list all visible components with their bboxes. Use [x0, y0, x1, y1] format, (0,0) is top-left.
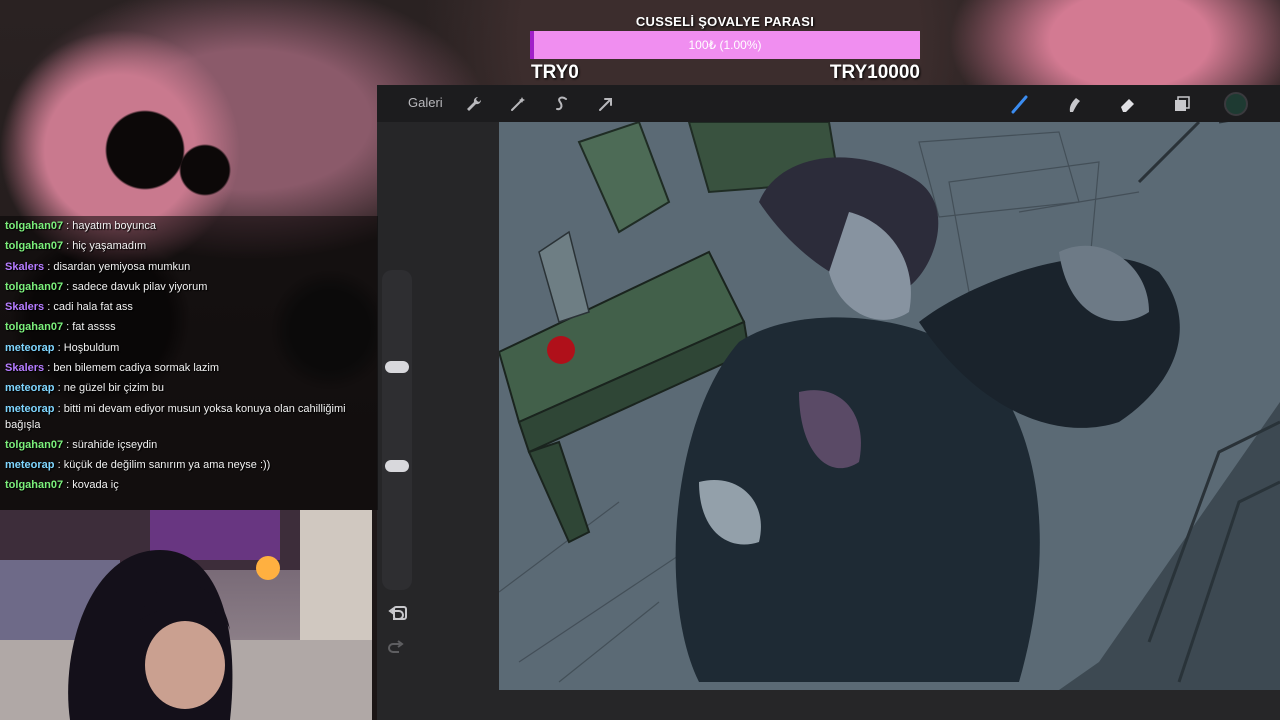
wrench-icon[interactable] — [464, 94, 484, 114]
magic-wand-icon[interactable] — [508, 94, 528, 114]
undo-icon[interactable] — [387, 605, 405, 623]
chat-panel: tolgahan07 : hayatım boyunca tolgahan07 :… — [0, 216, 378, 510]
chat-username[interactable]: meteorap — [5, 403, 55, 415]
chat-separator: : — [54, 382, 64, 395]
top-toolbar: Galeri — [377, 85, 1280, 122]
opacity-handle[interactable] — [385, 460, 409, 472]
gallery-button[interactable]: Galeri — [408, 95, 443, 110]
chat-separator: : — [63, 220, 73, 232]
chat-username[interactable]: meteorap — [5, 342, 55, 354]
webcam-image — [0, 510, 372, 720]
chat-message: tolgahan07 : fat assss — [0, 317, 365, 337]
chat-username[interactable]: tolgahan07 — [5, 439, 63, 451]
chat-username[interactable]: tolgahan07 — [5, 240, 63, 252]
chat-message: tolgahan07 : hiç yaşamadım — [0, 236, 365, 256]
color-swatch-icon[interactable] — [1223, 91, 1249, 117]
chat-text: cadi hala fat ass — [53, 301, 133, 314]
chat-separator: : — [44, 260, 54, 273]
chat-text: hiç yaşamadım — [72, 240, 147, 253]
webcam-feed — [0, 510, 372, 720]
donation-progress-bar: 100₺ (1.00%) — [530, 31, 920, 59]
transform-arrow-icon[interactable] — [596, 94, 616, 114]
chat-message: tolgahan07 : kovada iç — [0, 475, 365, 495]
chat-message: Skalers : disardan yemiyosa mumkun — [0, 257, 365, 277]
donation-goal-max: TRY10000 — [829, 62, 920, 83]
chat-message: meteorap : küçük de değilim sanırım ya a… — [0, 455, 365, 475]
chat-message: Skalers : cadi hala fat ass — [0, 297, 365, 317]
chat-username[interactable]: tolgahan07 — [5, 479, 63, 491]
chat-message: meteorap : Hoşbuldum — [0, 338, 365, 358]
chat-separator: : — [54, 458, 64, 471]
donation-goal-title: CUSSELİ ŞOVALYE PARASI — [635, 14, 815, 29]
chat-message: tolgahan07 : sadece davuk pilav yiyorum — [0, 277, 365, 297]
donation-progress-label: 100₺ (1.00%) — [688, 38, 762, 52]
chat-username[interactable]: Skalers — [5, 362, 44, 374]
brush-icon[interactable] — [1010, 94, 1030, 114]
chat-separator: : — [44, 301, 54, 314]
chat-text: kovada iç — [72, 479, 119, 492]
chat-text: küçük de değilim sanırım ya ama neyse :)… — [63, 458, 271, 471]
chat-separator: : — [63, 280, 73, 293]
chat-username[interactable]: tolgahan07 — [5, 321, 63, 333]
eraser-icon[interactable] — [1118, 94, 1138, 114]
donation-goal-min: TRY0 — [531, 62, 579, 83]
chat-username[interactable]: Skalers — [5, 261, 44, 273]
drawing-canvas[interactable] — [499, 122, 1280, 690]
chat-separator: : — [63, 240, 73, 253]
chat-separator: : — [44, 362, 54, 375]
procreate-app: Galeri — [377, 85, 1280, 720]
chat-username[interactable]: meteorap — [5, 459, 55, 471]
chat-separator: : — [63, 479, 73, 492]
chat-username[interactable]: Skalers — [5, 301, 44, 313]
chat-message: Skalers : ben bilemem cadiya sormak lazi… — [0, 358, 365, 378]
chat-separator: : — [63, 438, 73, 451]
chat-text: sadece davuk pilav yiyorum — [72, 280, 208, 293]
chat-message: tolgahan07 : sürahide içseydin — [0, 435, 365, 455]
chat-separator: : — [54, 402, 64, 415]
chat-username[interactable]: tolgahan07 — [5, 220, 63, 232]
brush-size-slider-panel[interactable] — [382, 270, 412, 620]
selection-s-icon[interactable] — [552, 94, 572, 114]
chat-separator: : — [54, 341, 64, 354]
smudge-icon[interactable] — [1064, 94, 1084, 114]
brush-size-handle[interactable] — [385, 361, 409, 373]
chat-text: ne güzel bir çizim bu — [63, 382, 164, 395]
chat-message: meteorap : ne güzel bir çizim bu — [0, 378, 365, 398]
redo-icon[interactable] — [387, 638, 405, 656]
chat-separator: : — [63, 321, 73, 334]
chat-text: disardan yemiyosa mumkun — [53, 260, 191, 273]
chat-username[interactable]: tolgahan07 — [5, 281, 63, 293]
artwork-illustration — [499, 122, 1280, 690]
chat-message: meteorap : bitti mi devam ediyor musun y… — [0, 399, 365, 435]
chat-text: hayatım boyunca — [72, 220, 157, 232]
chat-text: Hoşbuldum — [63, 341, 120, 354]
chat-text: fat assss — [72, 321, 116, 334]
layers-icon[interactable] — [1172, 94, 1192, 114]
chat-message: tolgahan07 : hayatım boyunca — [0, 216, 365, 236]
chat-username[interactable]: meteorap — [5, 382, 55, 394]
chat-text: sürahide içseydin — [72, 438, 158, 451]
chat-text: ben bilemem cadiya sormak lazim — [53, 362, 219, 375]
